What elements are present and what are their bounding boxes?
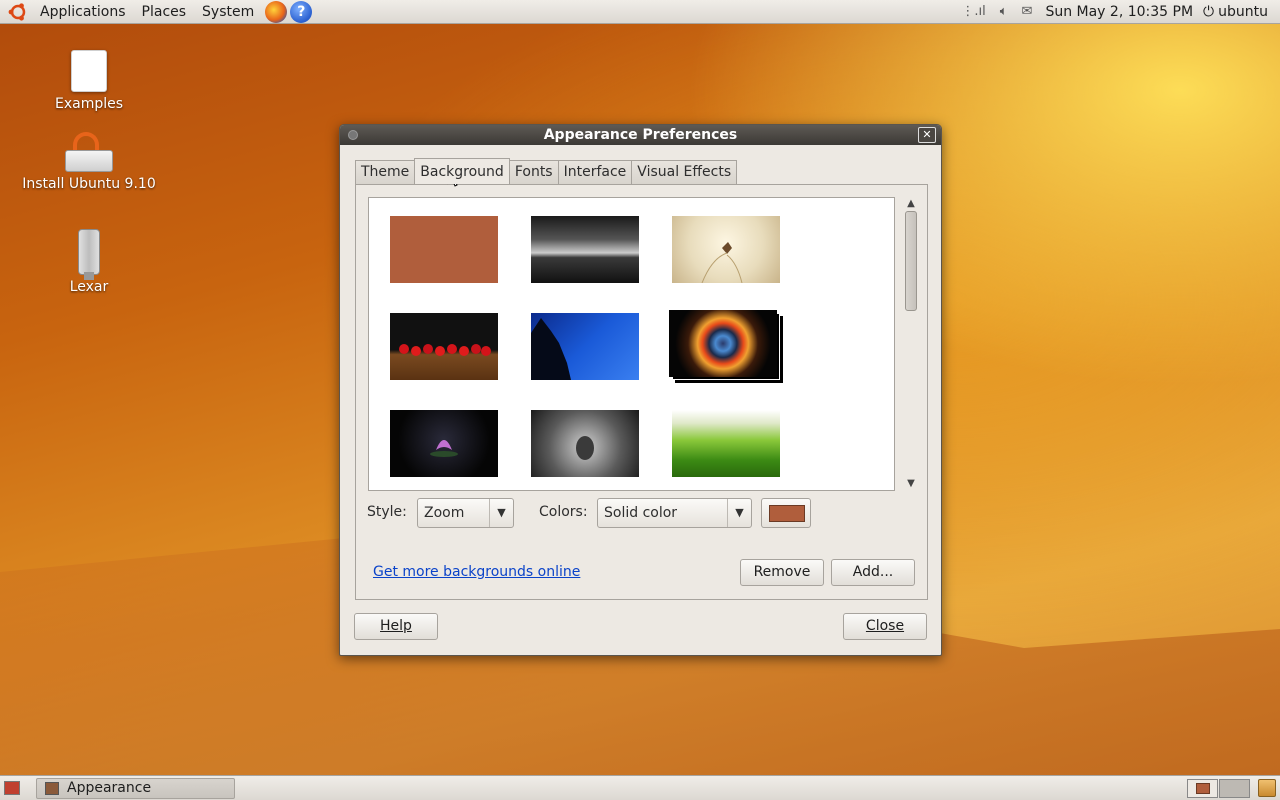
menu-places[interactable]: Places [134,0,195,24]
bottom-panel: Appearance Preferences [0,775,1280,800]
clock[interactable]: Sun May 2, 10:35 PM [1045,4,1193,20]
close-button-label: Close [865,618,905,634]
network-icon[interactable]: ⋮.ıl [961,4,985,19]
wallpaper-gallery [368,197,895,491]
cherries-icon [399,344,491,356]
window-menu-icon[interactable] [348,130,358,140]
appearance-app-icon [45,782,59,795]
tab-fonts[interactable]: Fonts [508,160,559,184]
wallpaper-thumb-climber[interactable] [531,313,639,380]
document-icon [71,50,107,92]
show-desktop-icon[interactable] [4,781,20,795]
style-dropdown-value: Zoom [424,505,465,521]
scrollbar-track[interactable] [903,211,919,477]
lotus-icon [430,440,458,457]
wallpaper-thumb-helix-nebula[interactable] [669,310,777,377]
close-button[interactable]: Close [843,613,927,640]
main-menu: Applications Places System ? [0,0,313,24]
get-more-backgrounds-link[interactable]: Get more backgrounds online [373,564,580,580]
ubuntu-logo-icon [8,2,26,21]
volume-icon[interactable]: 🔈︎ [1000,4,1008,19]
workspace-2[interactable] [1219,779,1250,798]
firefox-icon[interactable] [265,0,288,23]
tab-visual-effects[interactable]: Visual Effects [631,160,738,184]
tab-interface[interactable]: Interface [557,160,633,184]
color-picker-button[interactable] [761,498,811,528]
wallpaper-thumb-hands[interactable] [531,410,639,477]
chevron-down-icon: ▼ [489,499,513,527]
style-dropdown[interactable]: Zoom ▼ [417,498,514,528]
system-tray: ⋮.ıl 🔈︎ ✉︎ Sun May 2, 10:35 PM ⏻ ubuntu [954,0,1280,24]
tab-bar: Theme Background Fonts Interface Visual … [355,158,738,184]
trash-icon[interactable] [1258,779,1276,797]
desktop-icon-label: Lexar [69,279,109,295]
wallpaper-thumb-butterfly[interactable] [672,216,780,284]
menu-system[interactable]: System [194,0,262,24]
installer-icon [65,132,113,172]
window-titlebar[interactable]: Appearance Preferences ✕ [340,125,941,145]
top-panel: Applications Places System ? ⋮.ıl 🔈︎ ✉︎ … [0,0,1280,24]
usb-drive-icon [78,229,100,280]
tab-background[interactable]: Background [414,158,510,184]
user-menu[interactable]: ⏻ ubuntu [1203,4,1268,20]
wallpaper-thumb-solid-color[interactable] [390,216,498,283]
hands-icon [576,436,594,460]
scrollbar-thumb[interactable] [905,211,917,311]
mail-icon[interactable]: ✉︎ [1022,4,1033,19]
wallpaper-thumb-cherries[interactable] [390,313,498,380]
tab-theme[interactable]: Theme [355,160,416,184]
menu-applications[interactable]: Applications [32,0,134,24]
butterfly-icon [701,242,743,284]
add-button[interactable]: Add... [831,559,915,586]
color-swatch [769,505,805,522]
colors-dropdown[interactable]: Solid color ▼ [597,498,752,528]
appearance-preferences-dialog: Appearance Preferences ✕ Theme Backgroun… [339,124,942,656]
desktop-icon-lexar[interactable]: Lexar [19,229,159,295]
window-title: Appearance Preferences [543,127,738,143]
remove-button[interactable]: Remove [740,559,824,586]
colors-dropdown-value: Solid color [604,505,678,521]
wallpaper-thumb-lotus[interactable] [390,410,498,477]
desktop-icon-install-ubuntu[interactable]: Install Ubuntu 9.10 [19,132,159,192]
desktop-icon-label: Examples [54,96,124,112]
help-button[interactable]: Help [354,613,438,640]
user-name: ubuntu [1218,3,1268,20]
help-icon[interactable]: ? [290,0,313,23]
taskbar-window-button[interactable]: Appearance Preferences [36,778,235,800]
colors-label: Colors: [539,504,588,520]
scroll-up-icon[interactable]: ▲ [903,197,919,211]
gallery-scrollbar[interactable]: ▲ ▼ [903,197,919,491]
help-button-label: Help [380,618,412,634]
scroll-down-icon[interactable]: ▼ [903,477,919,491]
desktop-icon-label: Install Ubuntu 9.10 [22,176,156,192]
workspace-1[interactable] [1187,779,1218,798]
power-icon: ⏻ [1203,3,1215,20]
wallpaper-thumb-grass[interactable] [672,410,780,477]
taskbar-window-label: Appearance Preferences [67,780,152,800]
style-label: Style: [367,504,407,520]
rock-silhouette-icon [531,318,571,380]
desktop-icon-examples[interactable]: Examples [19,50,159,112]
window-close-button[interactable]: ✕ [918,127,936,143]
background-tab-pane: ▲ ▼ Style: Zoom ▼ Colors: Solid color ▼ … [355,184,928,600]
chevron-down-icon: ▼ [727,499,751,527]
wallpaper-thumb-dark-sea[interactable] [531,216,639,283]
